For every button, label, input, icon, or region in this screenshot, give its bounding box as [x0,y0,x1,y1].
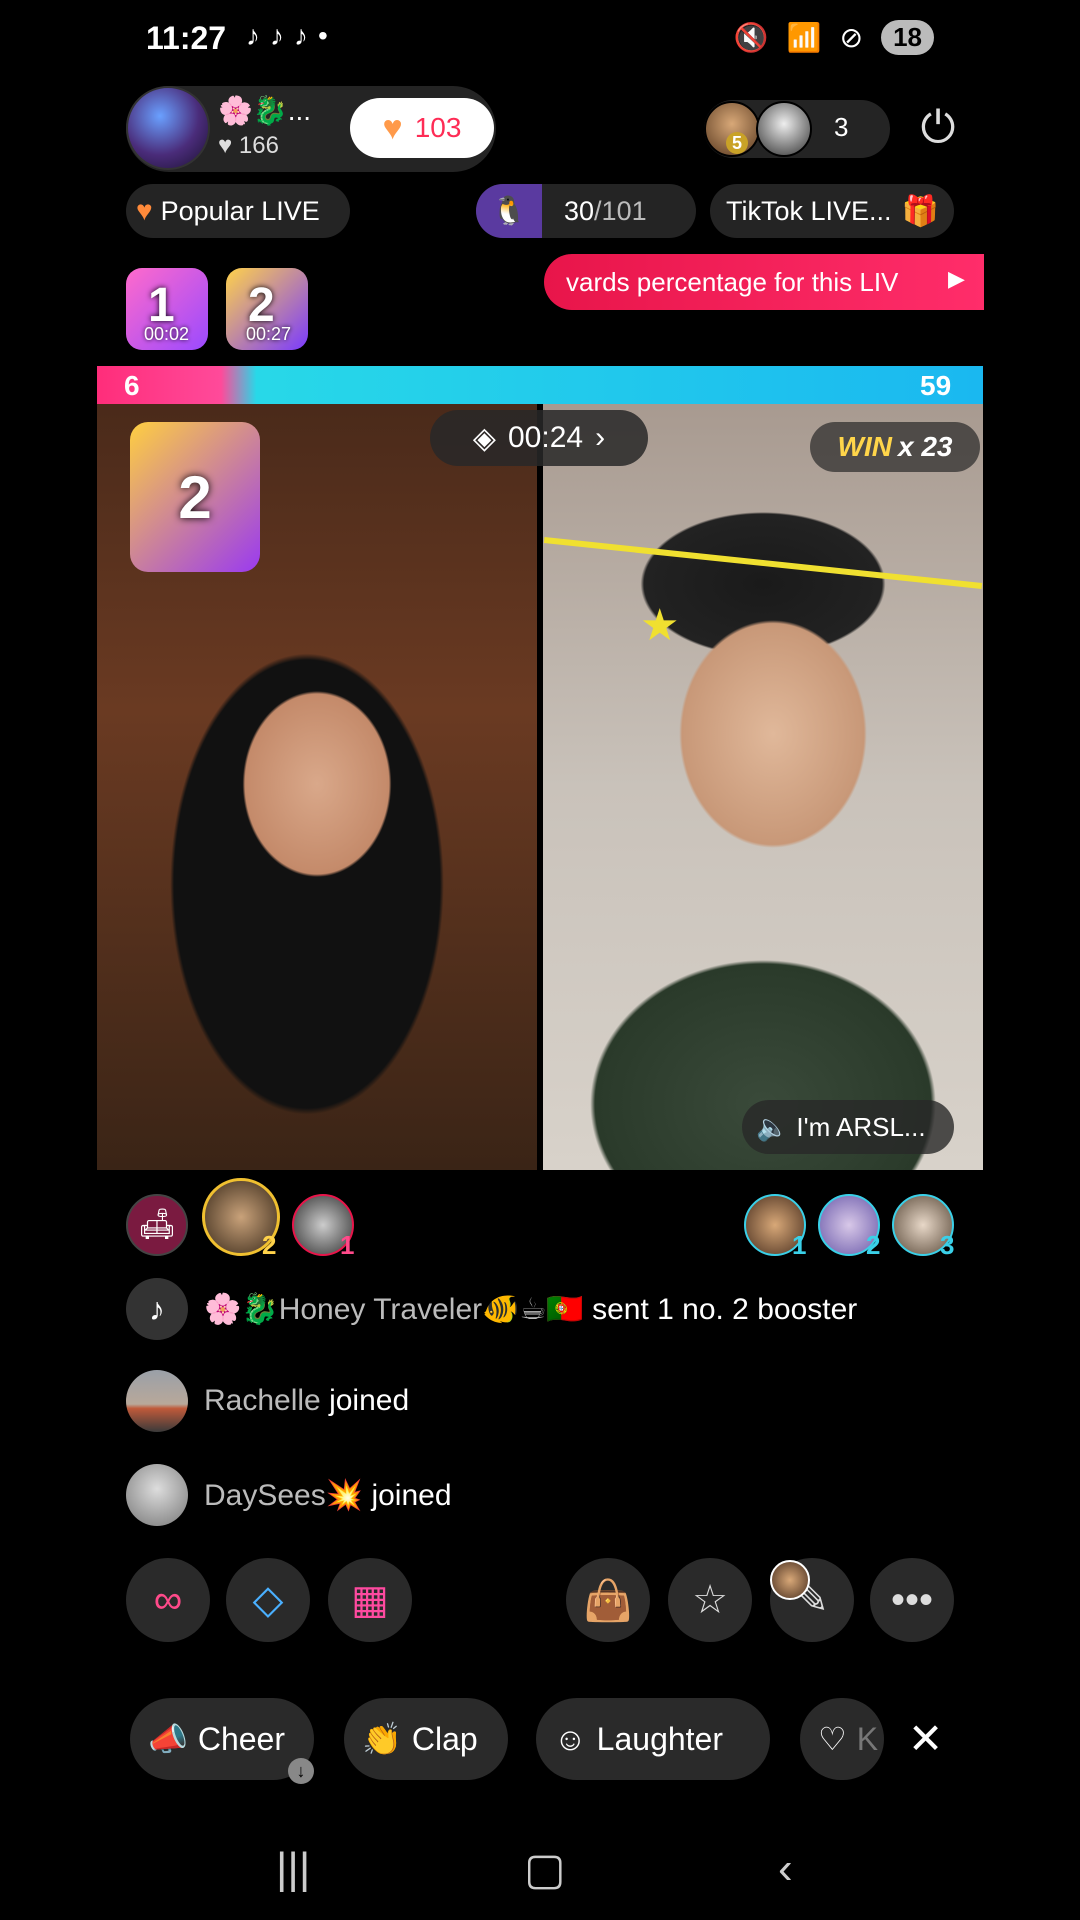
booster-card: 2 [130,422,260,572]
chat-username[interactable]: 🌸🐉Honey Traveler🐠☕🇵🇹 [204,1293,584,1326]
kiss-icon: ♡ [818,1721,847,1757]
chat-text: joined [371,1479,452,1512]
laughter-icon: ☺ [554,1720,587,1757]
mute-icon: 🔇 [733,22,769,53]
clap-label: Clap [411,1720,478,1757]
broken-heart-icon: ♥ [136,195,153,226]
status-system-icons: 🔇 📶 ⊘ 18 [734,20,934,55]
notification-dot: • [318,20,328,51]
tiktok-live-label: TikTok LIVE... [726,195,892,226]
chat-username[interactable]: DaySees💥 [204,1479,363,1512]
right-score: 59 [920,370,952,401]
heart-icon: ♥ [382,108,403,147]
tiktok-icon: ♪ [246,20,260,51]
chat-text: joined [329,1384,410,1417]
power-icon[interactable]: ⏻ [912,102,964,154]
chevron-right-icon: › [595,421,606,454]
wifi-icon: 📶 [786,22,822,53]
popular-live-button[interactable]: ♥ Popular LIVE [126,184,350,238]
supporter-rank: 1 [340,1230,355,1260]
win-label: WIN [837,431,892,462]
right-host-name: I'm ARSL... [796,1111,926,1142]
tiktok-icon: ♪ [126,1278,188,1340]
chat-message[interactable]: Rachelle joined [204,1384,409,1418]
star-icon: ★ [640,601,680,650]
status-app-icons: ♪ ♪ ♪ • [246,20,328,52]
right-video-feed[interactable] [543,404,983,1170]
tiktok-icon: ♪ [294,20,308,51]
win-streak: WIN x 23 [810,422,980,472]
left-score: 6 [124,370,140,401]
chat-message[interactable]: DaySees💥 joined [204,1478,452,1513]
clap-button[interactable]: 👏 Clap [344,1698,508,1780]
host-avatar[interactable] [126,86,210,170]
rank-current: 30 [564,196,595,226]
shopping-bag-icon[interactable]: 👜 [566,1558,650,1642]
clap-icon: 👏 [362,1721,402,1757]
win-count: x 23 [897,431,953,462]
battle-timer-value: 00:24 [508,421,584,454]
promo-banner[interactable]: vards percentage for this LIV [544,254,984,310]
supporter-rank: 3 [940,1230,955,1260]
chat-message[interactable]: 🌸🐉Honey Traveler🐠☕🇵🇹 sent 1 no. 2 booste… [204,1292,857,1327]
viewer-avatar[interactable] [756,101,812,157]
tiktok-icon: ♪ [270,20,284,51]
more-icon[interactable]: ••• [870,1558,954,1642]
chat-avatar[interactable] [126,1370,188,1432]
dnd-icon: ⊘ [839,22,864,53]
chat-text: sent 1 no. 2 booster [592,1293,858,1326]
supporter-rank: 2 [866,1230,881,1260]
sofa-icon[interactable]: 🛋 [126,1194,188,1256]
multi-guest-icon[interactable]: ◇ [226,1558,310,1642]
tiktok-live-button[interactable]: TikTok LIVE... 🎁 [710,184,954,238]
cheer-icon: 📣 [148,1721,188,1757]
heart-icon: ♥ [218,132,233,159]
chat-avatar[interactable] [126,1464,188,1526]
rank-text: 30/101 [564,196,647,227]
back-icon[interactable]: ‹ [778,1844,793,1894]
cheer-label: Cheer [197,1720,285,1757]
gift-icon: 🎁 [901,194,939,228]
diamond-icon: ◈ [472,421,496,455]
like-button[interactable]: ♥ 103 [350,98,494,158]
speaker-icon: 🔈 [756,1111,789,1142]
kiss-label: K [856,1720,879,1757]
laughter-label: Laughter [596,1720,723,1757]
home-icon[interactable]: ▢ [524,1844,566,1895]
close-icon[interactable]: ✕ [908,1714,943,1763]
battery-indicator: 18 [881,20,934,55]
avatar [770,1560,810,1600]
supporter-rank: 2 [262,1230,277,1260]
popular-live-label: Popular LIVE [160,195,320,226]
penguin-icon: 🐧 [476,184,542,238]
battle-timer[interactable]: ◈ 00:24 › [430,410,648,466]
like-button-count: 103 [414,112,462,143]
supporter-rank: 1 [792,1230,807,1260]
host-likes-count: 166 [238,132,279,159]
link-icon[interactable]: ∞ [126,1558,210,1642]
badge-timer: 00:02 [144,324,190,344]
viewer-rank-badge: 5 [726,132,748,154]
badge-timer: 00:27 [246,324,292,344]
cheer-button[interactable]: 📣 Cheer [130,1698,314,1780]
sparkle-star-icon[interactable]: ☆ [668,1558,752,1642]
download-icon: ↓ [288,1758,314,1784]
recent-apps-icon[interactable]: ||| [276,1844,310,1894]
rank-total: /101 [594,196,647,226]
right-audio-label[interactable]: 🔈 I'm ARSL... [742,1100,954,1154]
battle-score-bar [97,366,983,404]
viewer-count: 3 [834,112,849,142]
laughter-button[interactable]: ☺ Laughter [536,1698,770,1780]
apps-grid-icon[interactable]: ▦ [328,1558,412,1642]
play-arrow-icon[interactable]: ▶ [948,266,965,292]
chat-username[interactable]: Rachelle [204,1384,321,1417]
kiss-button[interactable]: ♡ K [800,1698,884,1780]
host-likes: ♥ 166 [218,132,279,160]
status-time: 11:27 [146,20,227,56]
host-name: 🌸🐉... [218,95,312,126]
